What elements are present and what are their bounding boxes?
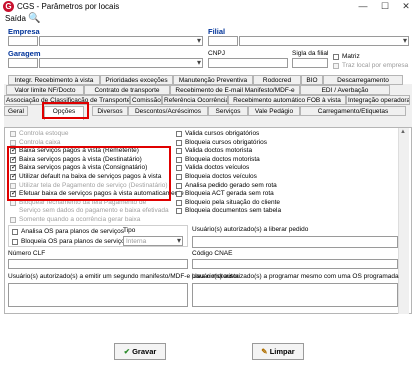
usuarios-programar-input[interactable]	[192, 283, 398, 307]
tab-edi-averbacao[interactable]: EDI / Averbação	[300, 85, 390, 95]
tab-referencia-ocorrencia[interactable]: Referência Ocorrência	[162, 95, 228, 105]
close-icon[interactable]: ✕	[396, 0, 416, 13]
app-logo-icon: G	[3, 1, 14, 12]
numero-clf-label: Número CLF	[8, 250, 46, 257]
cnpj-input[interactable]	[208, 58, 288, 68]
tab-diversos[interactable]: Diversos	[92, 106, 128, 116]
matriz-checkbox[interactable]	[333, 54, 339, 60]
vertical-scrollbar[interactable]	[398, 128, 409, 314]
tab-manutencao[interactable]: Manutenção Preventiva	[173, 75, 253, 85]
search-icon[interactable]: 🔍	[28, 13, 40, 24]
left-option-label: Controla caixa	[19, 138, 61, 146]
right-option-label: Bloqueia ACT gerada sem rota	[185, 190, 274, 198]
right-option-checkbox[interactable]	[176, 165, 182, 172]
right-option-checkbox[interactable]	[176, 174, 182, 180]
bloqueia-os-checkbox[interactable]	[12, 239, 18, 245]
traz-local-label: Traz local por empresa	[342, 62, 409, 69]
tab-integr-recebimento[interactable]: Integr. Recebimento à vista	[8, 75, 100, 85]
codigo-cnae-label: Código CNAE	[192, 250, 233, 257]
traz-local-checkbox[interactable]	[333, 63, 339, 69]
tab-prioridades[interactable]: Prioridades exceções	[100, 75, 173, 85]
check-icon: ✔	[123, 347, 130, 356]
left-option-label: Bloquear fechamento da tela Pagamento de…	[19, 198, 169, 214]
clear-label: Limpar	[269, 347, 295, 356]
tab-descarregamento[interactable]: Descarregamento	[323, 75, 403, 85]
window-title: CGS - Parâmetros por locais	[17, 2, 120, 11]
left-option-checkbox[interactable]	[10, 139, 16, 146]
empresa-select[interactable]	[39, 36, 203, 46]
garagem-label: Garagem	[8, 49, 41, 58]
right-option-label: Bloqueia cursos obrigatórios	[185, 138, 268, 146]
empresa-label: Empresa	[8, 27, 40, 36]
filial-select[interactable]	[239, 36, 409, 46]
minimize-icon[interactable]: —	[353, 0, 373, 13]
tab-geral[interactable]: Geral	[4, 106, 28, 116]
right-option-checkbox[interactable]	[176, 182, 182, 189]
scroll-up-icon[interactable]: ▲	[400, 129, 406, 135]
right-option-checkbox[interactable]	[176, 191, 182, 198]
right-option-checkbox[interactable]	[176, 131, 182, 137]
usuarios-liberar-label: Usuário(s) autorizado(s) a liberar pedid…	[192, 226, 309, 233]
tipo-value: Interna	[126, 238, 147, 245]
tab-servicos[interactable]: Serviços	[208, 106, 248, 116]
tab-valor-limite[interactable]: Valor limite NF/Docto	[6, 85, 84, 95]
menu-exit[interactable]: Saída	[5, 14, 26, 23]
usuarios-liberar-input[interactable]	[192, 236, 398, 248]
tab-descontos[interactable]: Descontos/Acréscimos	[128, 106, 208, 116]
numero-clf-input[interactable]	[8, 259, 188, 269]
tab-integracao-operadoras[interactable]: Integração operadoras	[346, 95, 410, 105]
opcoes-tab-highlight	[42, 102, 89, 119]
codigo-cnae-input[interactable]	[192, 259, 398, 269]
analisa-os-checkbox[interactable]	[12, 229, 18, 235]
tab-recebimento-fob[interactable]: Recebimento automático FOB à vista	[228, 95, 346, 105]
options-highlight	[7, 146, 171, 201]
garagem-code-input[interactable]	[8, 58, 38, 68]
right-option-checkbox[interactable]	[176, 148, 182, 155]
tab-rodocred[interactable]: Rodocred	[253, 75, 301, 85]
right-option-checkbox[interactable]	[176, 208, 182, 215]
save-button[interactable]: ✔ Gravar	[114, 343, 166, 360]
sigla-input[interactable]	[292, 58, 328, 68]
right-option-label: Valida doctos veículos	[185, 164, 250, 172]
right-option-label: Bloqueia doctos veículos	[185, 173, 257, 180]
usuarios-programar-label: Usuário(s) autorizado(s) a programar mes…	[192, 273, 399, 280]
left-option-label: Controla estoque	[19, 130, 69, 137]
analisa-os-label: Analisa OS para planos de serviços	[21, 228, 124, 235]
right-option-label: Valida doctos motorista	[185, 147, 253, 155]
right-option-label: Bloqueia documentos sem tabela	[185, 207, 282, 215]
clear-button[interactable]: ✎ Limpar	[252, 343, 304, 360]
filial-label: Filial	[208, 27, 226, 36]
tab-contrato-transporte[interactable]: Contrato de transporte	[84, 85, 170, 95]
right-option-label: Bloqueio pela situação do cliente	[185, 198, 281, 206]
right-option-label: Valida cursos obrigatórios	[185, 130, 260, 137]
save-label: Gravar	[132, 347, 157, 356]
left-option-label: Somente quando a ocorrência gerar baixa	[19, 215, 141, 223]
usuarios-manifesto-input[interactable]	[8, 283, 188, 307]
right-option-checkbox[interactable]	[176, 139, 182, 146]
sigla-label: Sigla da filial	[292, 50, 329, 57]
empresa-code-input[interactable]	[8, 36, 38, 46]
garagem-select[interactable]	[39, 58, 203, 68]
right-option-label: Bloqueia doctos motorista	[185, 155, 260, 163]
maximize-icon[interactable]: ☐	[375, 0, 395, 13]
left-option-checkbox[interactable]	[10, 131, 16, 137]
eraser-icon: ✎	[261, 347, 268, 356]
filial-code-input[interactable]	[208, 36, 238, 46]
right-option-label: Analisa pedido gerado sem rota	[185, 181, 277, 189]
tab-vale-pedagio[interactable]: Vale Pedágio	[248, 106, 300, 116]
tab-email-manifesto[interactable]: Recebimento de E-mail Manifesto/MDF-e	[170, 85, 300, 95]
cnpj-label: CNPJ	[208, 50, 225, 57]
tab-comissao[interactable]: Comissão	[130, 95, 162, 105]
right-option-checkbox[interactable]	[176, 199, 182, 206]
bloqueia-os-label: Bloqueia OS para planos de serviços	[21, 238, 128, 245]
left-option-checkbox[interactable]	[10, 216, 16, 223]
matriz-label: Matriz	[342, 53, 360, 60]
tab-bio[interactable]: BIO	[301, 75, 323, 85]
tab-carregamento[interactable]: Carregamento/Etiquetas	[300, 106, 406, 116]
tipo-label: Tipo	[123, 227, 136, 234]
tipo-select[interactable]: Interna	[123, 236, 183, 246]
right-option-checkbox[interactable]	[176, 156, 182, 163]
